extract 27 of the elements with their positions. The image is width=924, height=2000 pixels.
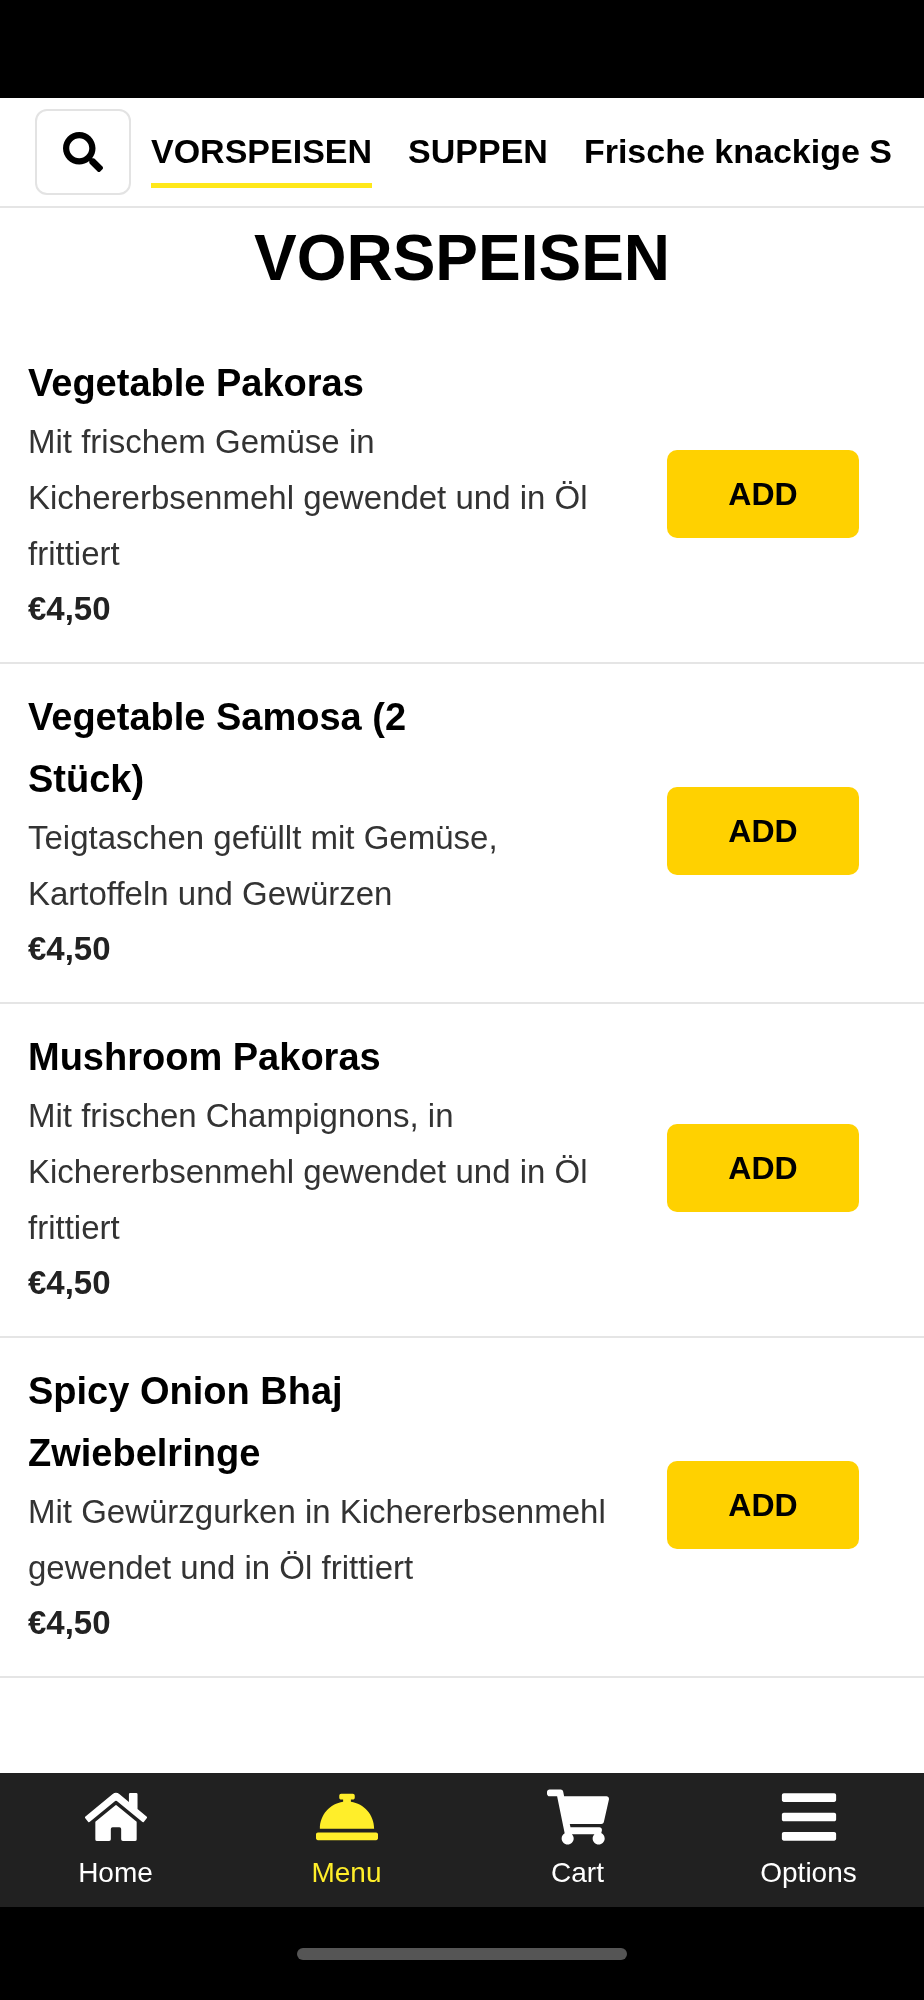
nav-tab[interactable]: Cart	[462, 1773, 693, 1907]
dish-description: Mit frischem Gemüse in Kichererbsenmehl gewendet und in Öl frittiert	[28, 422, 589, 574]
nav-tab[interactable]: Options	[693, 1773, 924, 1907]
add-button[interactable]: ADD	[667, 1124, 859, 1212]
cart-icon	[546, 1786, 609, 1848]
dish-name: Spicy Onion Bhaj Zwiebelringe	[28, 1369, 344, 1476]
dish-name: Vegetable Pakoras	[28, 361, 365, 406]
dish-description: Teigtaschen gefüllt mit Gemüse, Kartoffeln und Gewürzen	[28, 818, 499, 914]
add-button[interactable]: ADD	[667, 1461, 859, 1549]
dish-description: Mit Gewürzgurken in Kichererbsenmehl gewendet und in Öl frittiert	[28, 1492, 607, 1588]
search-icon	[63, 132, 103, 172]
add-button[interactable]: ADD	[667, 787, 859, 875]
category-tab[interactable]: Frische knackige S	[583, 116, 892, 188]
category-tab[interactable]: VORSPEISEN	[151, 116, 373, 188]
nav-tab[interactable]: Home	[0, 1773, 231, 1907]
section-title: VORSPEISEN	[252, 221, 672, 296]
dish-name: Vegetable Samosa (2 Stück)	[28, 695, 408, 802]
add-button[interactable]: ADD	[667, 450, 859, 538]
dish-description: Mit frischen Champignons, in Kichererbsenmehl gewendet und in Öl frittiert	[28, 1096, 589, 1248]
search-button[interactable]	[35, 109, 131, 195]
dish-price: €4,50	[28, 929, 112, 969]
dish-price: €4,50	[28, 589, 112, 629]
dish-price: €4,50	[28, 1263, 112, 1303]
category-tab[interactable]: SUPPEN	[408, 116, 548, 188]
dish-name: Mushroom Pakoras	[28, 1035, 382, 1080]
nav-tab[interactable]: Menu	[231, 1773, 462, 1907]
dish-price: €4,50	[28, 1603, 112, 1643]
